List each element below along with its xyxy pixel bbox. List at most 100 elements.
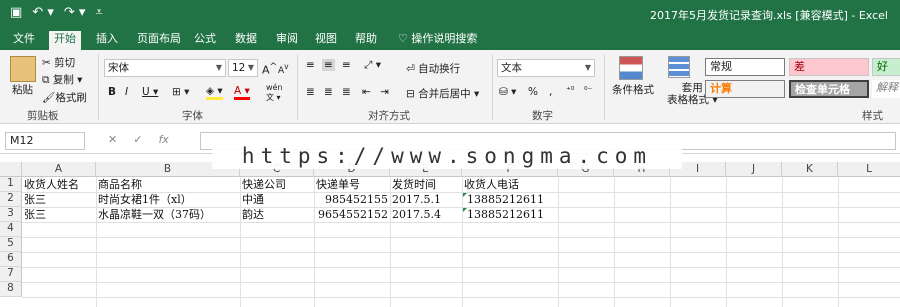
- cell-c3[interactable]: 韵达: [242, 207, 264, 222]
- cell-c2[interactable]: 中通: [242, 192, 264, 207]
- fill-color-icon[interactable]: ◈ ▾: [206, 85, 223, 100]
- align-bottom-icon[interactable]: ≡: [342, 59, 351, 71]
- align-top-icon[interactable]: ≡: [306, 59, 315, 71]
- style-explanatory[interactable]: 解释: [872, 80, 900, 98]
- align-right-icon[interactable]: ≣: [342, 86, 351, 98]
- tab-page-layout[interactable]: 页面布局: [132, 31, 186, 50]
- cancel-icon[interactable]: ✕: [108, 133, 117, 146]
- cell-f3[interactable]: 13885212611: [467, 207, 544, 222]
- undo-icon[interactable]: ↶ ▾: [32, 5, 54, 21]
- row-header-1[interactable]: 1: [0, 177, 22, 192]
- column-header-l[interactable]: L: [838, 162, 900, 177]
- select-all-corner[interactable]: [0, 162, 22, 177]
- separator: [297, 54, 298, 120]
- function-icon[interactable]: fx: [158, 133, 168, 146]
- separator: [604, 54, 605, 120]
- cell-b1[interactable]: 商品名称: [98, 177, 142, 192]
- separator: [492, 54, 493, 120]
- row-header-4[interactable]: 4: [0, 222, 22, 237]
- cut-button[interactable]: ✂ 剪切: [42, 55, 75, 70]
- tab-insert[interactable]: 插入: [91, 31, 123, 50]
- row-header-8[interactable]: 8: [0, 282, 22, 297]
- increase-indent-icon[interactable]: ⇥: [380, 86, 389, 98]
- paste-button[interactable]: 粘贴: [12, 82, 33, 97]
- row-header-6[interactable]: 6: [0, 252, 22, 267]
- cell-e1[interactable]: 发货时间: [392, 177, 436, 192]
- cell-a1[interactable]: 收货人姓名: [24, 177, 79, 192]
- shrink-font-button[interactable]: Av: [278, 62, 289, 76]
- cell-d3[interactable]: 9654552152: [314, 207, 388, 222]
- style-normal[interactable]: 常规: [705, 58, 785, 76]
- cell-d2[interactable]: 985452155: [314, 192, 388, 207]
- cell-d1[interactable]: 快递单号: [316, 177, 360, 192]
- orientation-icon[interactable]: ⤢ ▾: [364, 59, 381, 72]
- number-group-label: 数字: [532, 110, 553, 122]
- cell-e3[interactable]: 2017.5.4: [392, 207, 441, 222]
- name-box[interactable]: M12: [5, 132, 85, 150]
- lightbulb-icon: ♡: [398, 32, 412, 45]
- tab-view[interactable]: 视图: [310, 31, 342, 50]
- number-format-combo[interactable]: 文本 ▼: [497, 59, 595, 77]
- style-calculation[interactable]: 计算: [705, 80, 785, 98]
- font-name-combo[interactable]: 宋体 ▼: [104, 59, 226, 77]
- italic-button[interactable]: I: [125, 86, 128, 98]
- row-header-7[interactable]: 7: [0, 267, 22, 282]
- style-good[interactable]: 好: [872, 58, 900, 76]
- style-check-cell[interactable]: 检查单元格: [789, 80, 869, 98]
- cell-b3[interactable]: 水晶凉鞋一双（37码）: [98, 207, 211, 222]
- borders-icon[interactable]: ⊞ ▾: [172, 86, 189, 98]
- tab-file[interactable]: 文件: [8, 31, 40, 50]
- style-bad[interactable]: 差: [789, 58, 869, 76]
- row-header-3[interactable]: 3: [0, 207, 22, 222]
- underline-button[interactable]: U ▾: [142, 86, 158, 98]
- align-center-icon[interactable]: ≣: [324, 86, 333, 98]
- cell-f2[interactable]: 13885212611: [467, 192, 544, 207]
- column-header-a[interactable]: A: [22, 162, 96, 177]
- cell-a2[interactable]: 张三: [24, 192, 46, 207]
- clipboard-group-label: 剪贴板: [27, 110, 59, 122]
- copy-button[interactable]: ⧉ 复制 ▾: [42, 72, 82, 87]
- cell-f1[interactable]: 收货人电话: [464, 177, 519, 192]
- wrap-text-button[interactable]: ⏎ 自动换行: [406, 61, 460, 76]
- tab-data[interactable]: 数据: [230, 31, 262, 50]
- cell-a3[interactable]: 张三: [24, 207, 46, 222]
- cell-b2[interactable]: 时尚女裙1件（xl）: [98, 192, 192, 207]
- column-header-j[interactable]: J: [726, 162, 782, 177]
- table-format-icon[interactable]: [668, 56, 690, 78]
- conditional-format-button[interactable]: 条件格式: [612, 82, 654, 97]
- gridline: [782, 177, 783, 307]
- format-painter-button[interactable]: 🖌格式刷: [42, 90, 87, 105]
- gridline: [838, 177, 839, 307]
- merge-center-button[interactable]: ⊟ 合并后居中 ▾: [406, 86, 479, 101]
- title-bar: ▣ ↶ ▾ ↷ ▾ ⩡ 2017年5月发货记录查询.xls [兼容模式] - E…: [0, 0, 900, 28]
- decrease-decimal-icon[interactable]: ⁰⁻: [584, 86, 592, 96]
- currency-icon[interactable]: ⛁ ▾: [499, 86, 516, 98]
- comma-button[interactable]: ,: [549, 86, 552, 98]
- bold-button[interactable]: B: [108, 86, 116, 98]
- redo-icon[interactable]: ↷ ▾: [64, 5, 86, 21]
- row-header-2[interactable]: 2: [0, 192, 22, 207]
- phonetic-button[interactable]: wén 文 ▾: [266, 83, 283, 103]
- cell-e2[interactable]: 2017.5.1: [392, 192, 441, 207]
- customize-icon[interactable]: ⩡: [95, 5, 102, 21]
- decrease-indent-icon[interactable]: ⇤: [362, 86, 371, 98]
- tab-review[interactable]: 审阅: [271, 31, 303, 50]
- column-header-k[interactable]: K: [782, 162, 838, 177]
- enter-icon[interactable]: ✓: [133, 133, 142, 146]
- tell-me-search[interactable]: ♡ 操作说明搜索: [393, 31, 482, 50]
- grow-font-button[interactable]: A^: [262, 61, 277, 77]
- align-left-icon[interactable]: ≣: [306, 86, 315, 98]
- tab-formulas[interactable]: 公式: [189, 31, 221, 50]
- increase-decimal-icon[interactable]: ⁺⁰: [566, 86, 574, 96]
- tab-home[interactable]: 开始: [49, 31, 81, 50]
- font-color-icon[interactable]: A ▾: [234, 85, 250, 100]
- paste-icon[interactable]: [10, 56, 36, 82]
- save-icon[interactable]: ▣: [10, 5, 22, 21]
- percent-button[interactable]: %: [528, 86, 538, 98]
- tab-help[interactable]: 帮助: [350, 31, 382, 50]
- cell-c1[interactable]: 快递公司: [242, 177, 286, 192]
- row-header-5[interactable]: 5: [0, 237, 22, 252]
- align-middle-icon[interactable]: ≡: [322, 59, 335, 71]
- conditional-format-icon[interactable]: [619, 56, 643, 80]
- font-size-combo[interactable]: 12 ▼: [228, 59, 258, 77]
